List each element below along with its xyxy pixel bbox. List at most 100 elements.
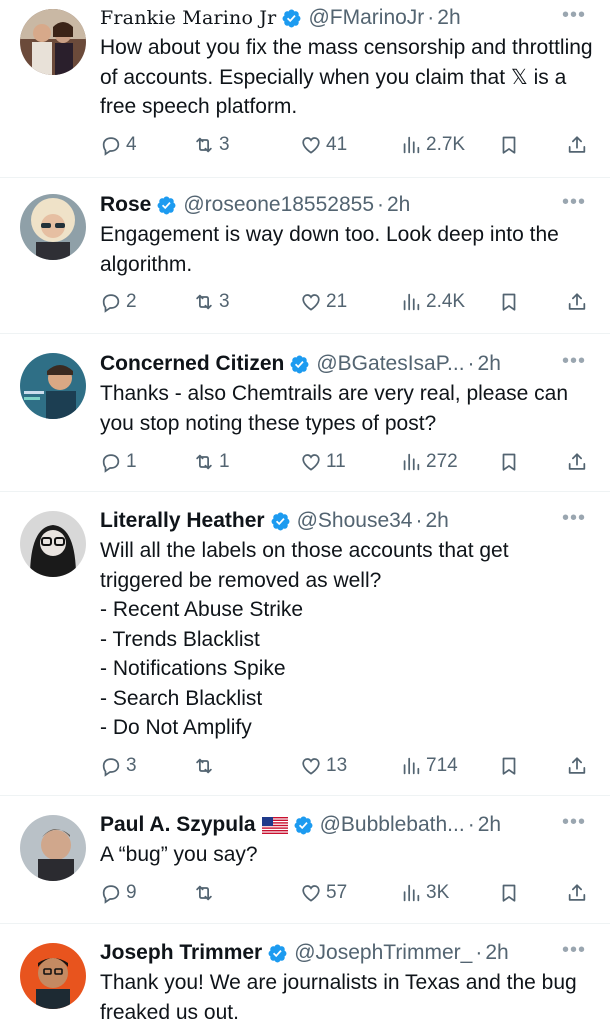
- avatar[interactable]: [20, 815, 86, 881]
- author-name[interactable]: Frankie Marino Jr: [100, 4, 276, 32]
- tweet[interactable]: Paul A. Szypula @Bubblebath... · 2h ••• …: [0, 796, 610, 924]
- avatar[interactable]: [20, 511, 86, 577]
- reply-button[interactable]: 4: [100, 134, 137, 156]
- tweet-text: Thank you! We are journalists in Texas a…: [100, 971, 577, 1024]
- share-icon: [568, 293, 586, 310]
- timestamp[interactable]: 2h: [387, 191, 410, 219]
- reply-button[interactable]: 9: [100, 882, 137, 904]
- repost-button[interactable]: [193, 755, 219, 777]
- repost-count: 3: [219, 291, 230, 312]
- tweet-text: A “bug” you say?: [100, 843, 258, 866]
- author-name[interactable]: Paul A. Szypula: [100, 811, 256, 839]
- reply-count: 1: [126, 451, 137, 472]
- repost-button[interactable]: [193, 882, 219, 904]
- tweet[interactable]: Frankie Marino Jr @FMarinoJr · 2h ••• Ho…: [0, 0, 610, 178]
- like-button[interactable]: 13: [300, 755, 347, 777]
- timestamp[interactable]: 2h: [485, 939, 508, 967]
- bookmark-button[interactable]: [498, 882, 520, 904]
- more-options-icon[interactable]: •••: [562, 350, 586, 372]
- author-handle[interactable]: @Bubblebath...: [320, 811, 465, 839]
- views-button[interactable]: 272: [400, 451, 458, 473]
- bookmark-icon: [502, 136, 516, 154]
- views-button[interactable]: 2.7K: [400, 134, 465, 156]
- share-button[interactable]: [566, 882, 588, 904]
- share-icon: [568, 136, 586, 153]
- views-button[interactable]: 2.4K: [400, 291, 465, 313]
- like-button[interactable]: 41: [300, 134, 347, 156]
- views-icon: [403, 453, 420, 471]
- views-count: 2.7K: [426, 134, 466, 155]
- tweet[interactable]: Rose @roseone18552855 · 2h ••• Engagemen…: [0, 178, 610, 334]
- heart-icon: [302, 454, 320, 471]
- tweet-header: Rose @roseone18552855 · 2h: [100, 191, 594, 219]
- tweet[interactable]: Literally Heather @Shouse34 · 2h ••• Wil…: [0, 492, 610, 796]
- reply-button[interactable]: 2: [100, 291, 137, 313]
- more-options-icon[interactable]: •••: [562, 811, 586, 833]
- action-bar: 9 57 3K: [100, 880, 594, 908]
- more-options-icon[interactable]: •••: [562, 191, 586, 213]
- avatar[interactable]: [20, 9, 86, 75]
- avatar[interactable]: [20, 943, 86, 1009]
- avatar[interactable]: [20, 194, 86, 260]
- bookmark-button[interactable]: [498, 134, 520, 156]
- tweet-body: Frankie Marino Jr @FMarinoJr · 2h ••• Ho…: [100, 4, 594, 122]
- more-options-icon[interactable]: •••: [562, 507, 586, 529]
- verified-badge-icon: [283, 9, 301, 27]
- timestamp[interactable]: 2h: [478, 811, 501, 839]
- like-button[interactable]: 11: [300, 451, 346, 473]
- reply-button[interactable]: 3: [100, 755, 137, 777]
- bookmark-button[interactable]: [498, 755, 520, 777]
- author-name[interactable]: Literally Heather: [100, 507, 265, 535]
- share-button[interactable]: [566, 755, 588, 777]
- author-handle[interactable]: @JosephTrimmer_: [294, 939, 472, 967]
- separator-dot: ·: [415, 509, 423, 532]
- heart-icon: [302, 294, 320, 311]
- author-name[interactable]: Concerned Citizen: [100, 350, 284, 378]
- timestamp[interactable]: 2h: [478, 350, 501, 378]
- author-handle[interactable]: @roseone18552855: [183, 191, 374, 219]
- repost-count: 1: [219, 451, 230, 472]
- timestamp[interactable]: 2h: [437, 4, 460, 32]
- bookmark-button[interactable]: [498, 291, 520, 313]
- reply-button[interactable]: 1: [100, 451, 137, 473]
- tweet-header: Joseph Trimmer @JosephTrimmer_ · 2h: [100, 939, 594, 967]
- share-button[interactable]: [566, 291, 588, 313]
- tweet[interactable]: Joseph Trimmer @JosephTrimmer_ · 2h ••• …: [0, 924, 610, 1024]
- views-button[interactable]: 714: [400, 755, 458, 777]
- timestamp[interactable]: 2h: [425, 507, 448, 535]
- action-bar: 4 3 41 2.7K: [100, 132, 594, 160]
- author-handle[interactable]: @BGatesIsaP...: [316, 350, 464, 378]
- more-options-icon[interactable]: •••: [562, 939, 586, 961]
- repost-button[interactable]: 3: [193, 134, 230, 156]
- author-handle[interactable]: @Shouse34: [297, 507, 413, 535]
- separator-dot: ·: [427, 6, 435, 29]
- tweet-body: Paul A. Szypula @Bubblebath... · 2h ••• …: [100, 811, 594, 870]
- author-handle[interactable]: @FMarinoJr: [308, 4, 424, 32]
- bookmark-icon: [502, 757, 516, 775]
- like-button[interactable]: 57: [300, 882, 347, 904]
- share-button[interactable]: [566, 451, 588, 473]
- share-button[interactable]: [566, 134, 588, 156]
- tweet[interactable]: Concerned Citizen @BGatesIsaP... · 2h ••…: [0, 334, 610, 492]
- reply-count: 9: [126, 882, 137, 903]
- separator-dot: ·: [467, 813, 475, 836]
- bookmark-button[interactable]: [498, 451, 520, 473]
- reply-icon: [102, 454, 120, 473]
- repost-button[interactable]: 3: [193, 291, 230, 313]
- reply-icon: [102, 294, 120, 313]
- like-button[interactable]: 21: [300, 291, 347, 313]
- author-name[interactable]: Rose: [100, 191, 151, 219]
- reply-count: 4: [126, 134, 137, 155]
- repost-button[interactable]: 1: [193, 451, 230, 473]
- us-flag-icon: [261, 816, 288, 834]
- views-icon: [403, 136, 420, 154]
- author-name[interactable]: Joseph Trimmer: [100, 939, 262, 967]
- views-count: 3K: [426, 882, 450, 903]
- tweet-body: Joseph Trimmer @JosephTrimmer_ · 2h ••• …: [100, 939, 594, 1027]
- more-options-icon[interactable]: •••: [562, 4, 586, 26]
- like-count: 57: [326, 882, 348, 903]
- avatar[interactable]: [20, 353, 86, 419]
- bookmark-icon: [502, 293, 516, 311]
- repost-icon: [196, 885, 212, 901]
- views-button[interactable]: 3K: [400, 882, 449, 904]
